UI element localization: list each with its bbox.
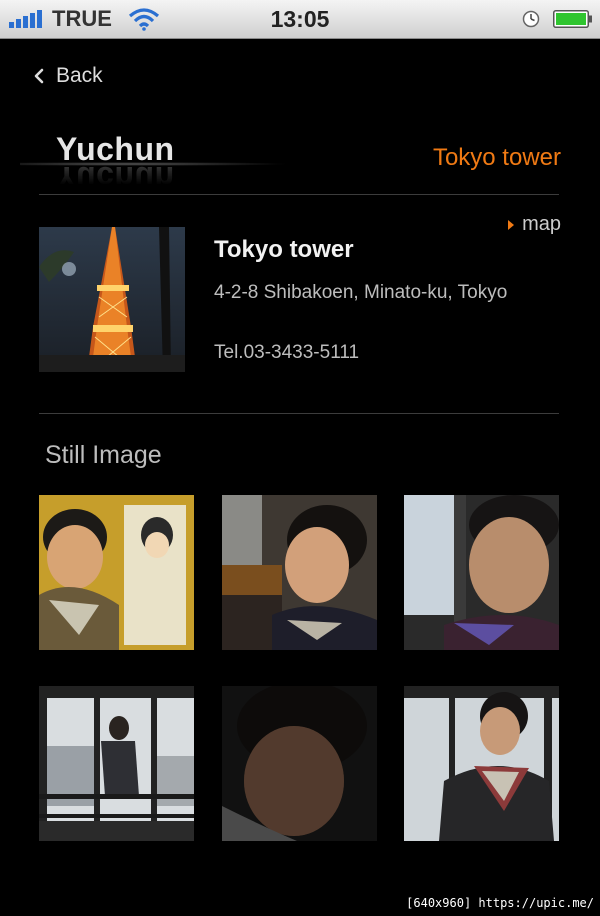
map-link[interactable]: map	[508, 213, 561, 236]
photo-4	[39, 686, 194, 841]
place-name: Tokyo tower	[214, 236, 354, 263]
gallery-thumbnail[interactable]	[222, 495, 377, 650]
status-bar: TRUE 13:05	[0, 0, 600, 39]
watermark: [640x960] https://upic.me/	[406, 896, 594, 910]
tokyo-tower-photo	[39, 227, 185, 372]
photo-2	[222, 495, 377, 650]
place-address: 4-2-8 Shibakoen, Minato-ku, Tokyo	[214, 282, 508, 303]
photo-6	[404, 686, 559, 841]
chevron-left-icon	[34, 68, 44, 84]
battery-icon	[553, 10, 592, 28]
section-title: Still Image	[45, 441, 162, 469]
play-arrow-icon	[508, 219, 515, 230]
page-title: Tokyo tower	[432, 144, 561, 171]
gallery-thumbnail[interactable]	[39, 686, 194, 841]
photo-3	[404, 495, 559, 650]
map-label: map	[522, 213, 561, 235]
photo-1	[39, 495, 194, 650]
place-phone[interactable]: Tel.03-3433-5111	[214, 342, 359, 364]
artist-name-reflection: Yuchun	[56, 160, 175, 196]
back-button[interactable]: Back	[32, 62, 103, 90]
status-time: 13:05	[270, 6, 330, 32]
divider	[39, 194, 559, 195]
place-photo[interactable]	[39, 227, 185, 372]
gallery-thumbnail[interactable]	[222, 686, 377, 841]
back-label: Back	[56, 64, 103, 87]
divider	[39, 413, 559, 414]
gallery-thumbnail[interactable]	[39, 495, 194, 650]
gallery-thumbnail[interactable]	[404, 495, 559, 650]
clock-icon	[522, 10, 540, 28]
gallery-thumbnail[interactable]	[404, 686, 559, 841]
photo-5	[222, 686, 377, 841]
